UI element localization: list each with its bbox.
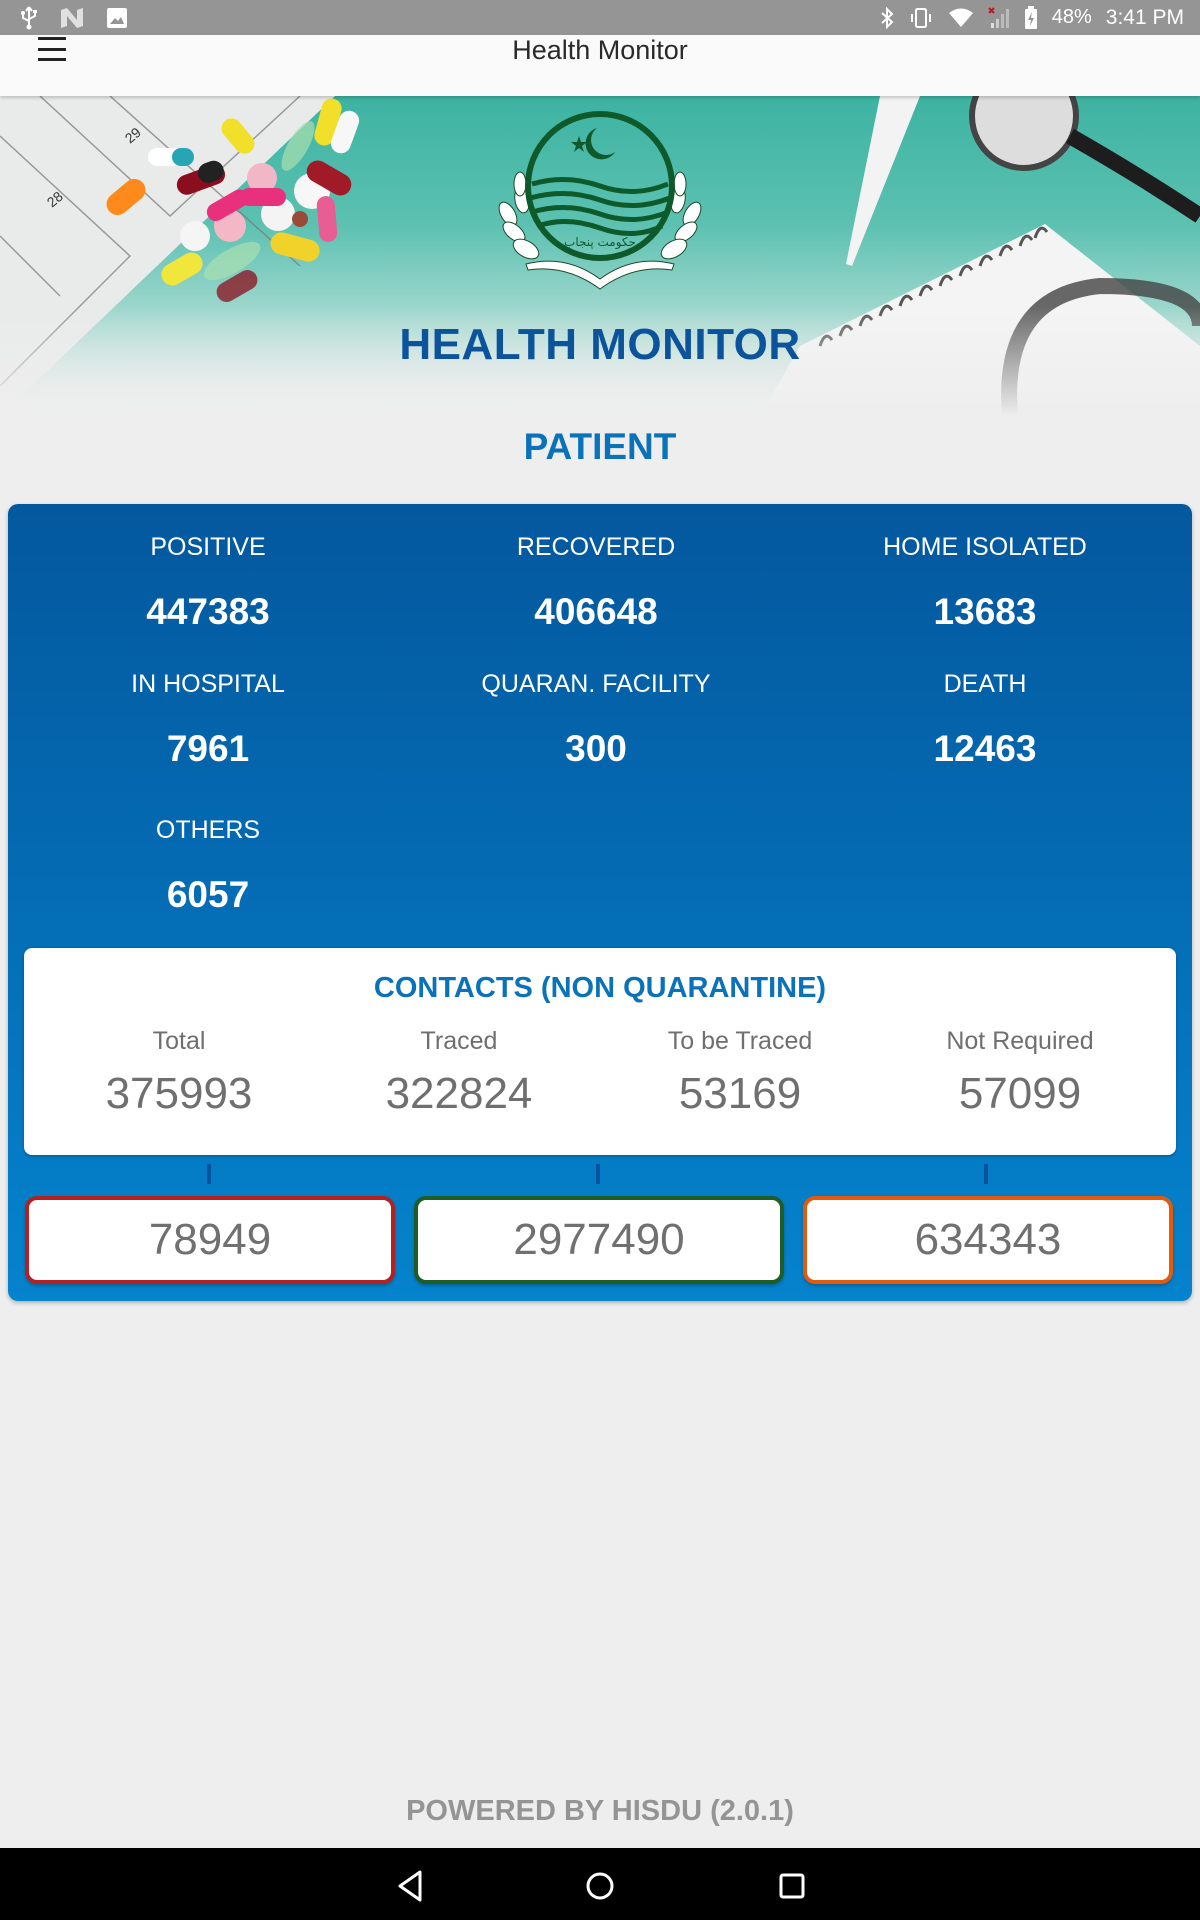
stat-label: HOME ISOLATED: [883, 533, 1087, 561]
n-icon: [60, 6, 84, 30]
summary-box-green[interactable]: 2977490: [414, 1196, 784, 1284]
stat-value: 447383: [146, 591, 270, 632]
stat-value: 406648: [534, 591, 658, 632]
stat-value: 7961: [166, 728, 250, 769]
stethoscope-illustration: [969, 96, 1079, 171]
vibrate-icon: [908, 6, 934, 30]
summary-box-orange[interactable]: 634343: [803, 1196, 1173, 1284]
stat-value: 12463: [933, 728, 1037, 769]
contact-not-required: Not Required 57099: [880, 1026, 1160, 1120]
contact-to-be-traced: To be Traced 53169: [600, 1026, 880, 1120]
app-title: Health Monitor: [512, 35, 688, 65]
stat-label: POSITIVE: [150, 533, 266, 561]
stat-value: 300: [565, 728, 627, 769]
image-icon: [106, 6, 128, 30]
contacts-card: CONTACTS (NON QUARANTINE) Total 375993 T…: [24, 948, 1176, 1155]
thermometer-illustration: [846, 96, 920, 266]
battery-percentage: 48%: [1051, 6, 1092, 28]
connector-line: [596, 1164, 600, 1184]
stat-label: OTHERS: [155, 816, 261, 844]
hero-banner: 29 28 حکومت پنجاب HEALTH MONITOR: [0, 96, 1200, 416]
stat-recovered[interactable]: RECOVERED 406648: [401, 532, 791, 634]
stat-quarantine-facility[interactable]: QUARAN. FACILITY 300: [401, 669, 791, 771]
emblem-urdu-text: حکومت پنجاب: [564, 235, 636, 250]
status-bar: 48% 3:41 PM: [0, 0, 1200, 35]
section-title-patient: PATIENT: [523, 426, 677, 467]
stat-others[interactable]: OTHERS 6057: [13, 815, 403, 917]
stat-home-isolated[interactable]: HOME ISOLATED 13683: [790, 532, 1180, 634]
contact-value: 322824: [385, 1069, 533, 1118]
clock: 3:41 PM: [1105, 5, 1184, 29]
contact-label: To be Traced: [667, 1027, 813, 1055]
back-icon[interactable]: [390, 1866, 430, 1906]
stat-value: 6057: [166, 874, 250, 915]
stat-value: 13683: [933, 591, 1037, 632]
contact-label: Traced: [420, 1027, 498, 1055]
app-bar: Health Monitor: [0, 35, 1200, 96]
contact-total: Total 375993: [39, 1026, 319, 1120]
bluetooth-icon: [880, 6, 894, 30]
home-icon[interactable]: [580, 1866, 620, 1906]
contact-label: Not Required: [946, 1027, 1094, 1055]
stat-in-hospital[interactable]: IN HOSPITAL 7961: [13, 669, 403, 771]
punjab-emblem-icon: حکومت پنجاب: [498, 111, 702, 290]
contact-value: 57099: [958, 1069, 1082, 1118]
contact-value: 375993: [105, 1069, 253, 1118]
contact-value: 53169: [678, 1069, 802, 1118]
no-signal-icon: [988, 6, 1010, 30]
patient-stats-card: POSITIVE 447383 RECOVERED 406648 HOME IS…: [8, 504, 1192, 1301]
usb-icon: [20, 5, 38, 30]
powered-by-footer: POWERED BY HISDU (2.0.1): [406, 1795, 794, 1827]
stat-label: RECOVERED: [516, 533, 676, 561]
hero-title: HEALTH MONITOR: [399, 320, 801, 369]
recents-icon[interactable]: [772, 1866, 812, 1906]
stat-positive[interactable]: POSITIVE 447383: [13, 532, 403, 634]
connector-line: [984, 1164, 988, 1184]
summary-box-red[interactable]: 78949: [25, 1196, 395, 1284]
contacts-title: CONTACTS (NON QUARANTINE): [373, 972, 827, 1004]
stat-death[interactable]: DEATH 12463: [790, 669, 1180, 771]
stat-label: IN HOSPITAL: [131, 670, 285, 698]
contact-traced: Traced 322824: [319, 1026, 599, 1120]
battery-charging-icon: [1024, 5, 1038, 30]
contact-label: Total: [152, 1027, 206, 1055]
stat-label: DEATH: [943, 670, 1027, 698]
stat-label: QUARAN. FACILITY: [481, 670, 711, 698]
wifi-icon: [948, 6, 974, 30]
android-nav-bar: [0, 1848, 1200, 1920]
connector-line: [207, 1164, 211, 1184]
